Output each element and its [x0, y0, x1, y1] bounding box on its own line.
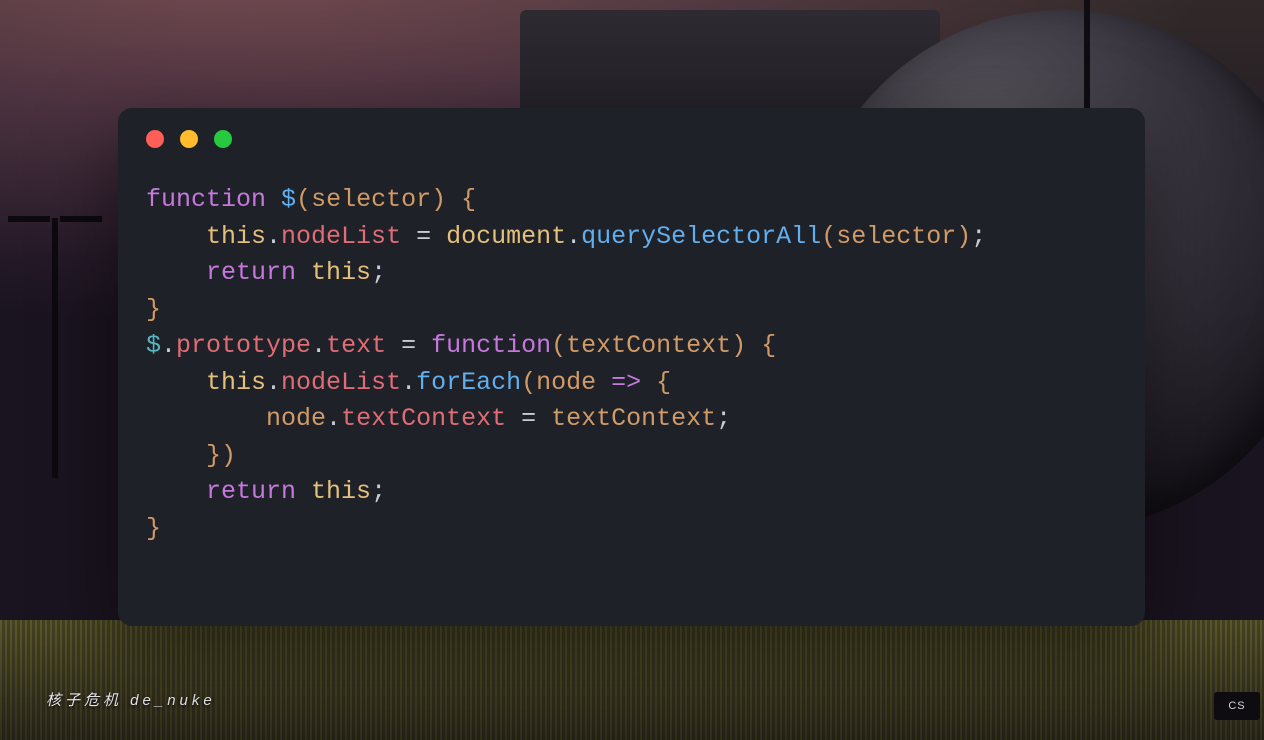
code-token: $: [146, 331, 161, 360]
code-token: ;: [971, 222, 986, 251]
code-token: function: [431, 331, 551, 360]
code-token: =: [506, 404, 551, 433]
traffic-light-minimize[interactable]: [180, 130, 198, 148]
code-token: [146, 222, 206, 251]
code-token: this: [206, 368, 266, 397]
code-token: nodeList: [281, 222, 401, 251]
code-token: document: [446, 222, 566, 251]
code-token: }): [206, 441, 236, 470]
wallpaper-logo: CS: [1214, 692, 1260, 720]
code-token: .: [266, 368, 281, 397]
code-token: return: [206, 477, 311, 506]
code-token: ;: [716, 404, 731, 433]
code-token: ;: [371, 477, 386, 506]
code-token: .: [311, 331, 326, 360]
wallpaper-caption: 核子危机 de_nuke: [46, 689, 216, 710]
traffic-light-zoom[interactable]: [214, 130, 232, 148]
traffic-lights: [146, 130, 1117, 148]
code-token: [146, 404, 266, 433]
code-token: selector: [836, 222, 956, 251]
code-token: prototype: [176, 331, 311, 360]
code-token: textContext: [551, 404, 716, 433]
code-token: (: [821, 222, 836, 251]
code-token: node: [536, 368, 596, 397]
code-token: textContext: [566, 331, 731, 360]
code-token: .: [566, 222, 581, 251]
code-token: return: [206, 258, 311, 287]
code-token: .: [401, 368, 416, 397]
code-token: this: [311, 258, 371, 287]
code-token: $: [281, 185, 296, 214]
code-token: textContext: [341, 404, 506, 433]
code-token: ): [956, 222, 971, 251]
code-token: function: [146, 185, 281, 214]
code-token: ;: [371, 258, 386, 287]
code-token: nodeList: [281, 368, 401, 397]
code-token: querySelectorAll: [581, 222, 821, 251]
code-token: text: [326, 331, 386, 360]
code-snippet-window: function $(selector) { this.nodeList = d…: [118, 108, 1145, 626]
code-token: ): [731, 331, 761, 360]
code-token: =>: [596, 368, 656, 397]
code-token: this: [311, 477, 371, 506]
code-token: (: [296, 185, 311, 214]
code-token: selector: [311, 185, 431, 214]
code-token: ): [431, 185, 461, 214]
code-token: =: [401, 222, 446, 251]
code-block[interactable]: function $(selector) { this.nodeList = d…: [146, 182, 1117, 547]
code-token: }: [146, 514, 161, 543]
code-token: [146, 368, 206, 397]
code-token: {: [461, 185, 476, 214]
code-token: }: [146, 295, 161, 324]
code-token: =: [386, 331, 431, 360]
code-token: [146, 477, 206, 506]
code-token: .: [326, 404, 341, 433]
code-token: this: [206, 222, 266, 251]
code-token: (: [521, 368, 536, 397]
code-token: node: [266, 404, 326, 433]
code-token: [146, 441, 206, 470]
code-token: forEach: [416, 368, 521, 397]
wallpaper-light-pole: [52, 218, 58, 478]
code-token: .: [161, 331, 176, 360]
code-token: {: [761, 331, 776, 360]
wallpaper-ground: [0, 620, 1264, 740]
code-token: .: [266, 222, 281, 251]
code-token: {: [656, 368, 671, 397]
code-token: [146, 258, 206, 287]
traffic-light-close[interactable]: [146, 130, 164, 148]
code-token: (: [551, 331, 566, 360]
wallpaper-antenna: [1084, 0, 1090, 114]
